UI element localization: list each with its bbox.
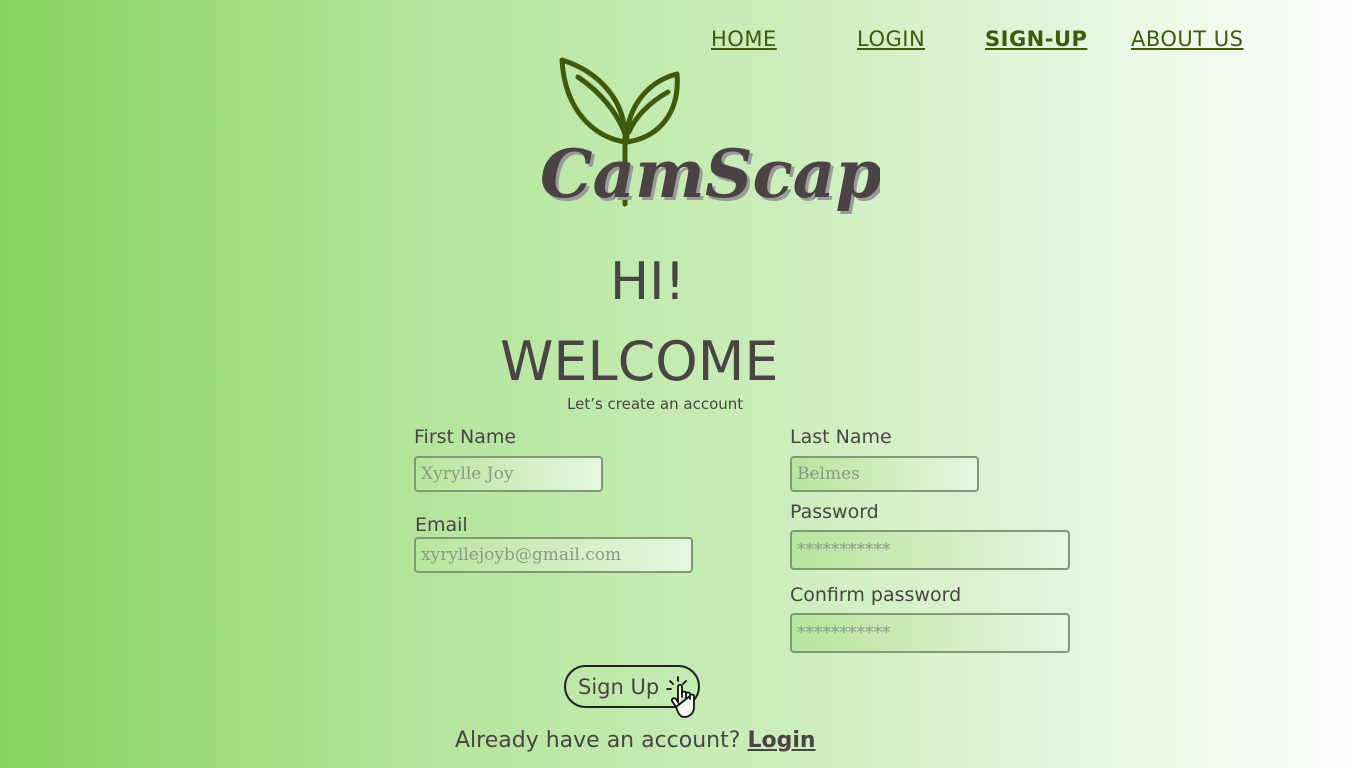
email-label: Email — [415, 514, 468, 536]
pointer-hand-icon — [666, 676, 695, 718]
first-name-input[interactable] — [414, 456, 603, 492]
logo-text-2: mScape — [635, 135, 880, 213]
welcome-heading: WELCOME — [500, 330, 779, 393]
logo-text-1: Ca — [540, 135, 635, 213]
password-label: Password — [790, 501, 879, 523]
confirm-password-input[interactable] — [790, 613, 1070, 653]
calmscape-logo: Ca Ca mScape mScape — [540, 57, 880, 216]
login-prompt-text: Already have an account? — [455, 728, 741, 753]
last-name-input[interactable] — [790, 456, 979, 492]
password-input[interactable] — [790, 530, 1070, 570]
first-name-label: First Name — [414, 426, 517, 448]
nav-login[interactable]: LOGIN — [857, 27, 925, 51]
nav-home[interactable]: HOME — [711, 27, 777, 51]
login-prompt: Already have an account? Login — [455, 728, 816, 753]
last-name-label: Last Name — [790, 426, 892, 448]
subtitle: Let’s create an account — [567, 395, 744, 413]
hi-heading: HI! — [610, 252, 686, 312]
nav-sign-up[interactable]: SIGN-UP — [985, 27, 1087, 51]
email-input[interactable] — [414, 537, 693, 573]
nav-about-us[interactable]: ABOUT US — [1131, 27, 1244, 51]
login-link[interactable]: Login — [747, 728, 815, 753]
confirm-password-label: Confirm password — [790, 584, 962, 606]
